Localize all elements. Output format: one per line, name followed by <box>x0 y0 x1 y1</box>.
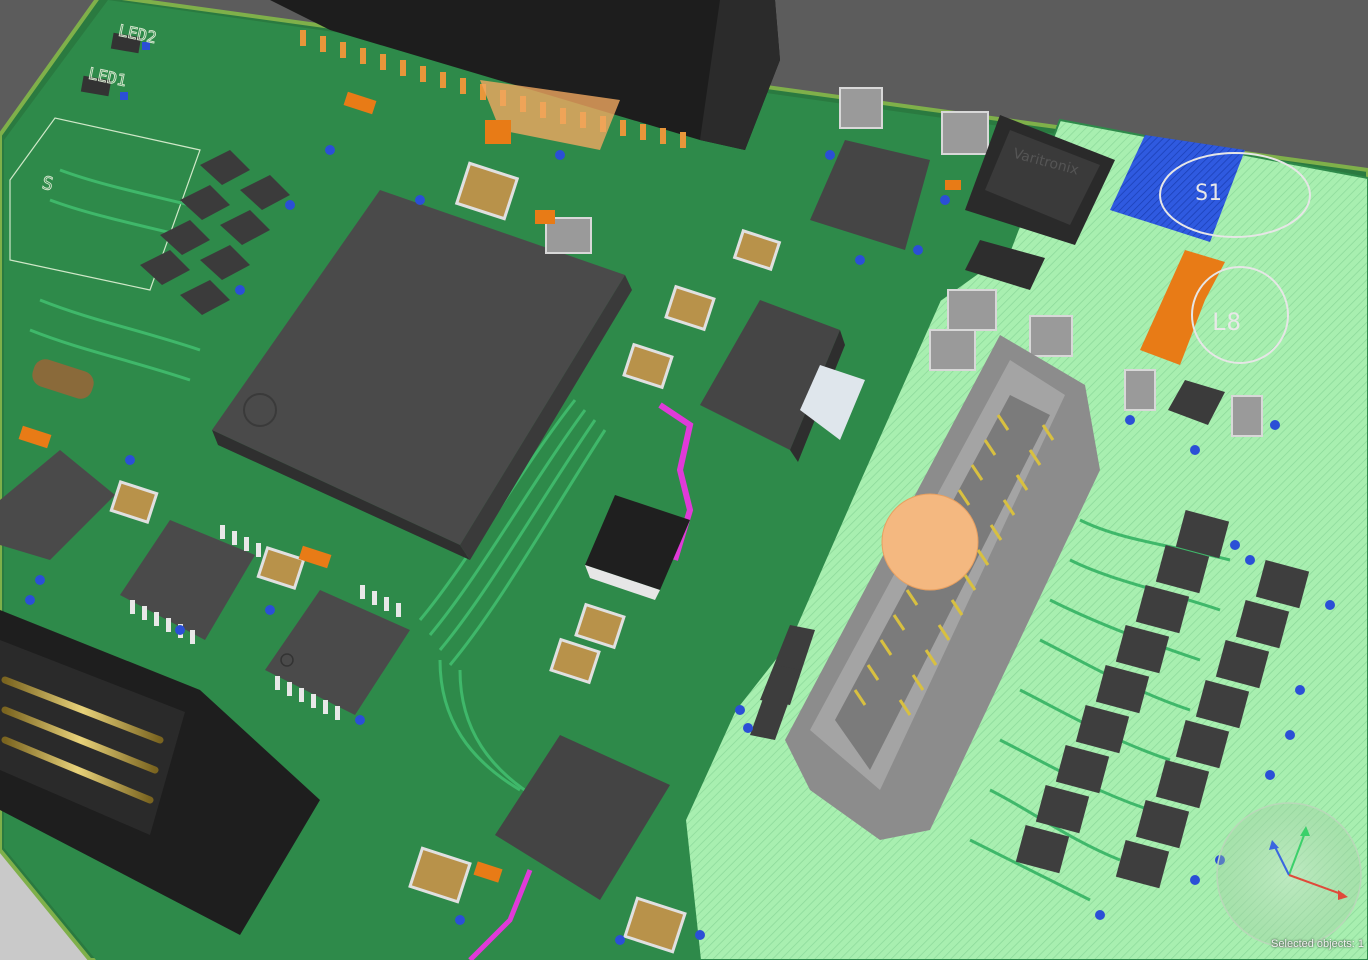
inductor-l8-label: L8 <box>1212 308 1241 336</box>
selection-marker[interactable] <box>881 493 979 591</box>
axis-gizmo-icon[interactable] <box>1214 800 1364 950</box>
pcb-3d-viewport[interactable]: Varitronix S1 L8 LED2 LED1 S Selected ob… <box>0 0 1368 960</box>
switch-s1-label: S1 <box>1195 181 1222 206</box>
selection-status: Selected objects: 1 <box>1271 938 1364 950</box>
pcb-scene[interactable]: Varitronix S1 L8 LED2 LED1 S <box>0 0 1368 960</box>
